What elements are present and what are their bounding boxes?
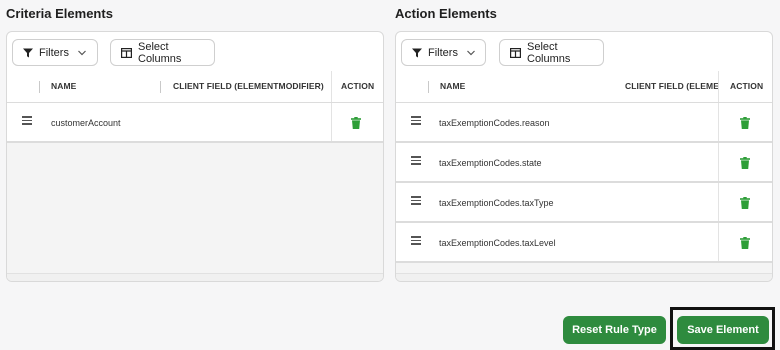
columns-icon [121,47,132,58]
criteria-table-header: NAME CLIENT FIELD (ELEMENTMODIFIER) ACTI… [7,71,383,103]
trash-icon[interactable] [740,157,750,169]
action-select-columns-button[interactable]: Select Columns [499,39,604,66]
criteria-select-columns-label: Select Columns [138,40,182,65]
action-filters-label: Filters [428,46,458,59]
table-row: taxExemptionCodes.taxType [396,183,772,223]
action-table-body: taxExemptionCodes.reason taxExemptionCod… [396,103,772,281]
drag-handle-icon[interactable] [411,236,421,248]
action-select-columns-label: Select Columns [527,40,571,65]
reset-rule-type-button[interactable]: Reset Rule Type [563,316,666,344]
criteria-select-columns-button[interactable]: Select Columns [110,39,215,66]
column-separator [160,81,161,93]
table-row: taxExemptionCodes.state [396,143,772,183]
criteria-filters-label: Filters [39,46,69,59]
chevron-down-icon [78,50,86,55]
action-row-action-cell [718,183,772,221]
drag-handle-icon[interactable] [22,116,32,128]
drag-handle-icon[interactable] [411,116,421,128]
criteria-elements-title: Criteria Elements [6,6,113,21]
action-elements-title: Action Elements [395,6,497,21]
trash-icon[interactable] [740,117,750,129]
trash-icon[interactable] [351,117,361,129]
criteria-col-action: ACTION [341,81,375,91]
action-row-name: taxExemptionCodes.state [439,158,542,168]
columns-icon [510,47,521,58]
action-row-action-cell [718,223,772,261]
filter-icon [23,48,33,57]
action-row-action-cell [718,143,772,181]
criteria-horizontal-scrollbar[interactable] [7,273,383,281]
action-col-name[interactable]: NAME [440,71,465,102]
trash-icon[interactable] [740,197,750,209]
action-toolbar: Filters Select Columns [396,32,772,72]
action-row-name: taxExemptionCodes.reason [439,118,550,128]
criteria-row-action-cell [331,103,383,141]
action-table-header: NAME CLIENT FIELD (ELEMENTMODIFIER) ACTI… [396,71,772,103]
table-row: taxExemptionCodes.reason [396,103,772,143]
filter-icon [412,48,422,57]
action-col-client-field[interactable]: CLIENT FIELD (ELEMENTMODIFIER) [625,71,718,102]
criteria-col-client-field[interactable]: CLIENT FIELD (ELEMENTMODIFIER) [173,71,324,102]
criteria-col-name[interactable]: NAME [51,71,76,102]
criteria-elements-panel: Filters Select Columns NAME CLIENT FIELD… [6,31,384,282]
trash-icon[interactable] [740,237,750,249]
action-row-name: taxExemptionCodes.taxLevel [439,238,556,248]
drag-handle-icon[interactable] [411,156,421,168]
column-separator [428,81,429,93]
action-row-action-cell [718,103,772,141]
criteria-row-name: customerAccount [51,118,121,128]
table-row: customerAccount [7,103,383,143]
action-elements-panel: Filters Select Columns NAME CLIENT FIELD… [395,31,773,282]
action-filters-button[interactable]: Filters [401,39,486,66]
table-row: taxExemptionCodes.taxLevel [396,223,772,263]
action-horizontal-scrollbar[interactable] [396,273,772,281]
column-separator [39,81,40,93]
action-col-action: ACTION [730,81,764,91]
save-element-button[interactable]: Save Element [677,316,769,344]
criteria-filters-button[interactable]: Filters [12,39,98,66]
criteria-toolbar: Filters Select Columns [7,32,383,72]
chevron-down-icon [467,50,475,55]
drag-handle-icon[interactable] [411,196,421,208]
criteria-table-body: customerAccount [7,103,383,281]
action-row-name: taxExemptionCodes.taxType [439,198,554,208]
